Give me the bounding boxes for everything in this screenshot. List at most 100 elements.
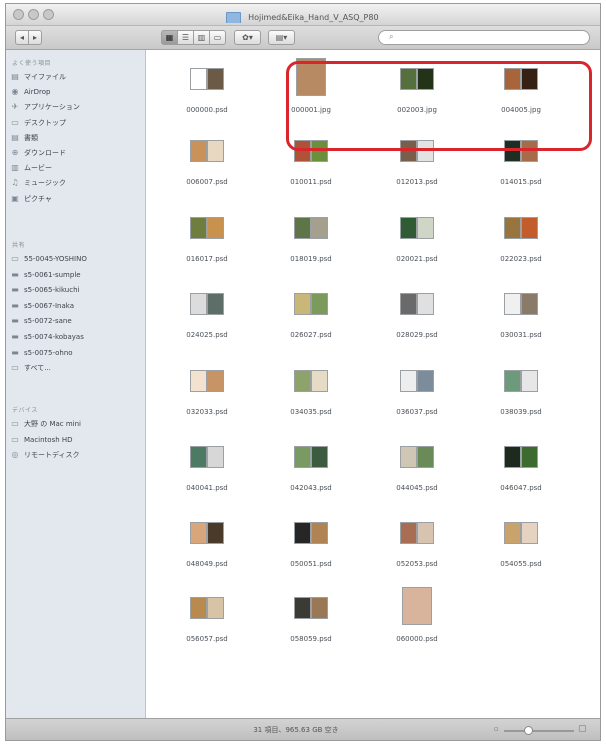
sidebar-item[interactable]: ▬ s5-0074-kobayas (10, 330, 142, 344)
thumbnail-icon (284, 217, 338, 251)
file-item[interactable]: 034035.psd (270, 360, 352, 425)
sidebar-item[interactable]: ◉ AirDrop (10, 85, 142, 99)
file-name: 044045.psd (396, 484, 438, 492)
thumbnail-page (400, 446, 417, 468)
sidebar-item[interactable]: ▭ Macintosh HD (10, 433, 142, 447)
search-icon: ⌕ (389, 32, 394, 41)
file-name: 012013.psd (396, 178, 438, 186)
file-item[interactable]: 000000.psd (166, 58, 248, 123)
list-view-icon: ☰ (181, 33, 190, 42)
thumbnail-page (400, 293, 417, 315)
close-button[interactable] (13, 9, 24, 20)
file-item[interactable]: 046047.psd (480, 436, 562, 501)
file-item[interactable]: 022023.psd (480, 207, 562, 272)
sidebar-item[interactable]: ♫ ミュージック (10, 176, 142, 190)
thumbnail-page (417, 446, 434, 468)
thumbnail-page (402, 587, 432, 625)
file-item[interactable]: 048049.psd (166, 512, 248, 577)
file-item[interactable]: 050051.psd (270, 512, 352, 577)
thumbnail-page (311, 217, 328, 239)
sidebar: よく使う項目 ▤ マイファイル ◉ AirDrop ✈ アプリケーション ▭ デスクトップ ▤ 書類… (6, 50, 146, 718)
thumbnail-icon (390, 446, 444, 480)
arrange-icon: ▤▾ (275, 33, 288, 42)
thumbnail-page (504, 217, 521, 239)
file-item[interactable]: 036037.psd (376, 360, 458, 425)
sidebar-item[interactable]: ◎ リモートディスク (10, 448, 142, 462)
documents-icon: ▤ (11, 132, 19, 142)
sidebar-item[interactable]: ⊕ ダウンロード (10, 146, 142, 160)
title-bar: Hojimed&Eika_Hand_V_ASQ_P80 (6, 4, 600, 26)
thumbnail-page (311, 522, 328, 544)
file-item[interactable]: 028029.psd (376, 283, 458, 348)
sidebar-item[interactable]: ▭ デスクトップ (10, 116, 142, 130)
file-item[interactable]: 042043.psd (270, 436, 352, 501)
file-name: 052053.psd (396, 560, 438, 568)
thumbnail-page (400, 522, 417, 544)
thumbnail-icon (180, 522, 234, 556)
thumbnail-page (400, 370, 417, 392)
sidebar-item[interactable]: ▬ s5-0061-sumple (10, 268, 142, 282)
highlight-annotation (286, 61, 592, 151)
action-menu-button[interactable]: ✿▾ (234, 30, 261, 45)
thumbnail-page (311, 293, 328, 315)
file-item[interactable]: 052053.psd (376, 512, 458, 577)
arrange-menu-button[interactable]: ▤▾ (268, 30, 295, 45)
column-view-button[interactable]: ▥ (193, 30, 210, 45)
sidebar-item[interactable]: ▭ すべて... (10, 361, 142, 375)
thumbnail-page (294, 293, 311, 315)
file-item[interactable]: 054055.psd (480, 512, 562, 577)
sidebar-item[interactable]: ▬ s5-0065-kikuchi (10, 283, 142, 297)
file-item[interactable]: 024025.psd (166, 283, 248, 348)
sidebar-section-header: デバイス (12, 407, 38, 414)
sidebar-item-label: ムービー (24, 164, 52, 173)
shared-server-icon: ▬ (11, 285, 19, 295)
sidebar-item-label: デスクトップ (24, 118, 66, 127)
file-item[interactable]: 044045.psd (376, 436, 458, 501)
sidebar-item[interactable]: ▤ マイファイル (10, 70, 142, 84)
file-item[interactable]: 038039.psd (480, 360, 562, 425)
icon-size-slider[interactable] (504, 730, 574, 732)
thumbnail-icon (180, 68, 234, 102)
sidebar-item[interactable]: ▬ s5-0075-ohno (10, 346, 142, 360)
sidebar-item[interactable]: ▭ 大野 の Mac mini (10, 417, 142, 431)
file-item[interactable]: 032033.psd (166, 360, 248, 425)
thumbnail-page (417, 217, 434, 239)
thumbnail-page (190, 68, 207, 90)
file-item[interactable]: 020021.psd (376, 207, 458, 272)
downloads-icon: ⊕ (11, 148, 19, 157)
sidebar-item[interactable]: ▥ ムービー (10, 161, 142, 175)
file-item[interactable]: 030031.psd (480, 283, 562, 348)
file-name: 026027.psd (290, 331, 332, 339)
thumbnail-page (207, 370, 224, 392)
sidebar-item[interactable]: ▭ 55-0045-YOSHINO (10, 252, 142, 266)
sidebar-item[interactable]: ▤ 書類 (10, 131, 142, 145)
coverflow-view-button[interactable]: ▭ (209, 30, 226, 45)
file-item[interactable]: 060000.psd (376, 587, 458, 652)
file-item[interactable]: 016017.psd (166, 207, 248, 272)
file-item[interactable]: 040041.psd (166, 436, 248, 501)
file-item[interactable]: 006007.psd (166, 130, 248, 195)
thumbnail-icon (180, 293, 234, 327)
sidebar-item-label: すべて... (24, 364, 51, 373)
sidebar-item[interactable]: ▬ s5-0072-sane (10, 314, 142, 328)
forward-button[interactable]: ▸ (28, 30, 42, 45)
file-item[interactable]: 018019.psd (270, 207, 352, 272)
thumbnail-page (400, 217, 417, 239)
minimize-button[interactable] (28, 9, 39, 20)
file-item[interactable]: 056057.psd (166, 587, 248, 652)
search-input[interactable] (378, 30, 590, 45)
sidebar-item-label: Macintosh HD (24, 435, 73, 444)
zoom-button[interactable] (43, 9, 54, 20)
thumbnail-page (207, 446, 224, 468)
sidebar-item[interactable]: ✈ アプリケーション (10, 100, 142, 114)
back-button[interactable]: ◂ (15, 30, 29, 45)
list-view-button[interactable]: ☰ (177, 30, 194, 45)
file-item[interactable]: 026027.psd (270, 283, 352, 348)
file-name: 010011.psd (290, 178, 332, 186)
icon-view-button[interactable]: ▦ (161, 30, 178, 45)
sidebar-item[interactable]: ▬ s5-0067-Inaka (10, 299, 142, 313)
sidebar-item[interactable]: ▣ ピクチャ (10, 192, 142, 206)
icon-size-slider-knob[interactable] (524, 726, 533, 735)
file-item[interactable]: 058059.psd (270, 587, 352, 652)
thumbnail-page (207, 293, 224, 315)
